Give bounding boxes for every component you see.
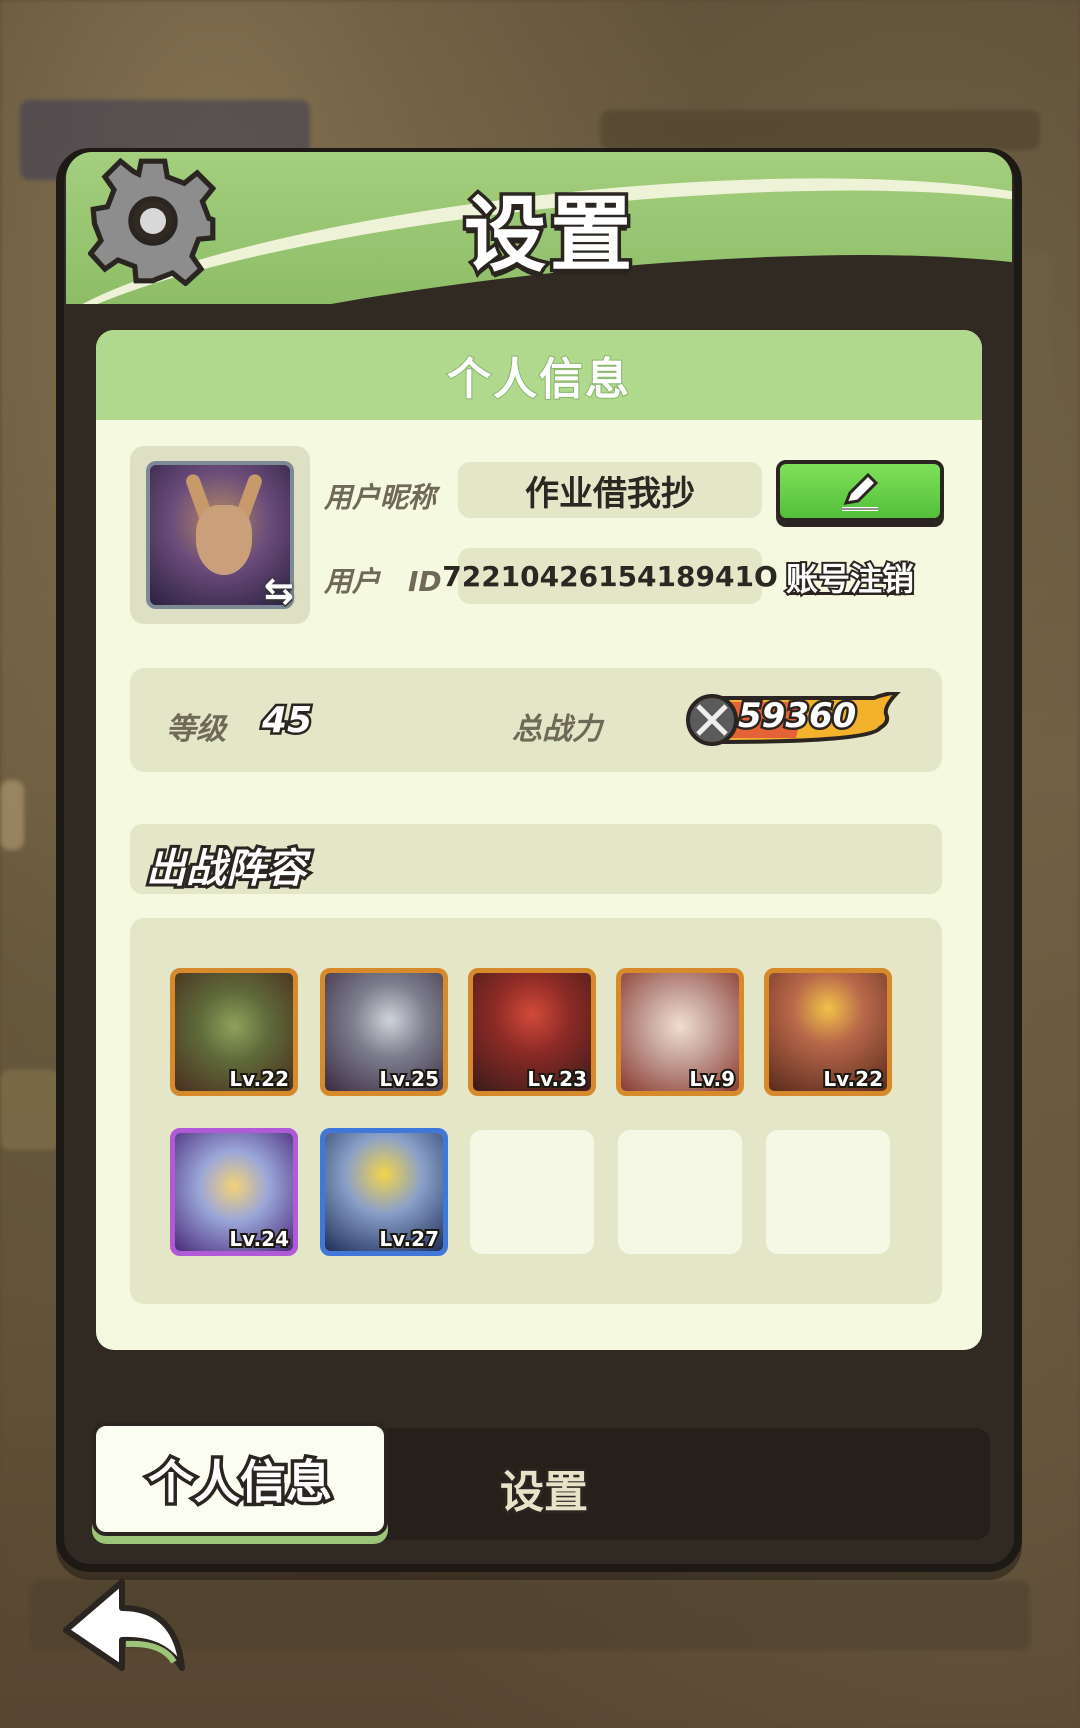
hero-card[interactable]: Lv.9	[616, 968, 744, 1096]
hero-card[interactable]: Lv.22	[764, 968, 892, 1096]
hero-card[interactable]: Lv.27	[320, 1128, 448, 1256]
nickname-label: 用户昵称	[324, 481, 437, 514]
tab-settings[interactable]: 设置	[497, 1456, 591, 1521]
hero-level: Lv.9	[687, 1065, 737, 1091]
dialog-title: 设置	[460, 185, 636, 287]
empty-hero-slot[interactable]	[766, 1130, 890, 1254]
tab-profile[interactable]: 个人信息	[92, 1422, 388, 1536]
hero-level: Lv.22	[227, 1065, 291, 1091]
user-id-label: 用户 ID	[324, 565, 442, 598]
hero-level: Lv.27	[377, 1225, 441, 1251]
tab-profile-label: 个人信息	[145, 1452, 336, 1513]
power-value: 59360	[735, 694, 858, 739]
hero-level: Lv.24	[227, 1225, 291, 1251]
level-value: 45	[259, 698, 314, 744]
gear-icon	[88, 157, 217, 286]
account-deletion-link[interactable]: 账号注销	[784, 554, 916, 600]
level-label: 等级	[166, 712, 226, 747]
profile-section-header: 个人信息	[96, 330, 982, 420]
empty-hero-slot[interactable]	[618, 1130, 742, 1254]
hero-card[interactable]: Lv.23	[468, 968, 596, 1096]
power-label: 总战力	[512, 712, 602, 747]
hero-card[interactable]: Lv.24	[170, 1128, 298, 1256]
empty-hero-slot[interactable]	[470, 1130, 594, 1254]
user-id-field: 7221042615418941O	[442, 548, 778, 604]
hero-level: Lv.25	[377, 1065, 441, 1091]
profile-section-title: 个人信息	[446, 353, 631, 406]
lineup-title: 出战阵容	[143, 843, 309, 895]
hero-level: Lv.23	[525, 1065, 589, 1091]
hero-card[interactable]: Lv.25	[320, 968, 448, 1096]
swap-avatar-icon[interactable]: ⇆	[256, 572, 302, 612]
back-arrow-icon[interactable]	[56, 1568, 196, 1688]
hero-card[interactable]: Lv.22	[170, 968, 298, 1096]
hero-level: Lv.22	[821, 1065, 885, 1091]
edit-nickname-button[interactable]	[776, 460, 944, 522]
pencil-icon	[842, 472, 879, 511]
nickname-field: 作业借我抄	[458, 462, 762, 518]
tab-bar	[386, 1428, 990, 1540]
